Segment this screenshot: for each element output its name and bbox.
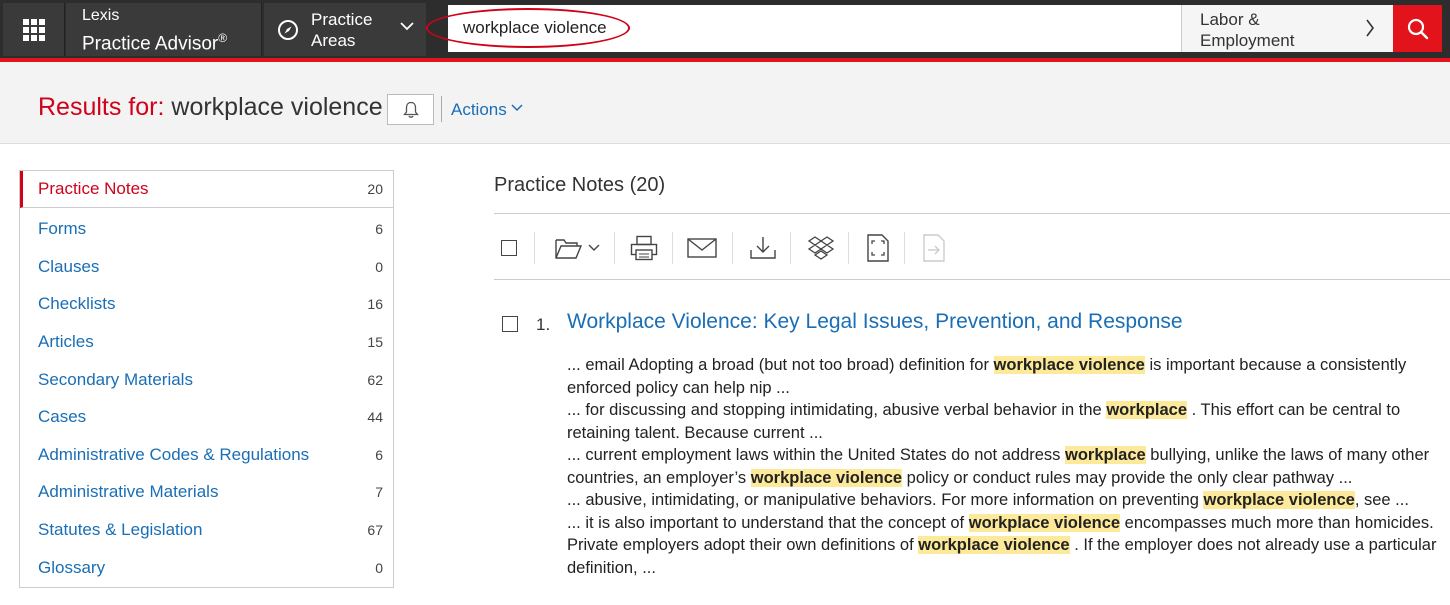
fullscreen-doc-icon bbox=[867, 234, 889, 262]
results-toolbar bbox=[494, 226, 1450, 270]
divider bbox=[732, 232, 733, 264]
folder-icon bbox=[554, 239, 582, 259]
chevron-down-icon bbox=[588, 244, 599, 251]
full-document-button[interactable] bbox=[862, 226, 894, 270]
sidebar-item-glossary[interactable]: Glossary 0 bbox=[20, 549, 393, 586]
sidebar-item-secondary-materials[interactable]: Secondary Materials 62 bbox=[20, 361, 393, 398]
snippet-line: ... for discussing and stopping intimida… bbox=[567, 401, 1401, 442]
item-count: 15 bbox=[367, 333, 383, 350]
content-type-filter-list: Practice Notes 20 Forms 6 Clauses 0 Chec… bbox=[19, 170, 394, 588]
sidebar-item-administrative-materials[interactable]: Administrative Materials 7 bbox=[20, 473, 393, 510]
chevron-right-icon bbox=[1366, 19, 1374, 37]
item-count: 67 bbox=[367, 521, 383, 538]
dropbox-icon bbox=[807, 236, 835, 260]
divider bbox=[494, 213, 1450, 214]
brand-line1: Lexis bbox=[82, 7, 120, 24]
divider bbox=[614, 232, 615, 264]
search-term-highlight: workplace violence bbox=[1203, 491, 1355, 509]
search-icon bbox=[1407, 18, 1428, 39]
practice-areas-label: Practice Areas bbox=[311, 9, 373, 50]
item-count: 0 bbox=[375, 559, 383, 576]
item-count: 44 bbox=[367, 408, 383, 425]
export-button[interactable] bbox=[918, 226, 950, 270]
item-count: 6 bbox=[375, 446, 383, 463]
grid-icon bbox=[22, 18, 45, 41]
bell-icon bbox=[402, 101, 419, 118]
item-count: 20 bbox=[367, 181, 383, 197]
results-title: Results for: workplace violence bbox=[38, 93, 383, 121]
result-snippet: ... email Adopting a broad (but not too … bbox=[567, 354, 1447, 579]
sidebar-item-clauses[interactable]: Clauses 0 bbox=[20, 248, 393, 285]
brand-logo[interactable]: Lexis Practice Advisor® bbox=[66, 3, 262, 56]
practice-areas-menu[interactable]: Practice Areas bbox=[264, 3, 426, 56]
search-button[interactable] bbox=[1393, 5, 1442, 52]
item-count: 0 bbox=[375, 258, 383, 275]
search-term-highlight: workplace violence bbox=[918, 536, 1070, 554]
annotation-highlight-oval bbox=[426, 8, 630, 48]
divider bbox=[494, 279, 1450, 280]
result-checkbox[interactable] bbox=[502, 316, 518, 332]
search-scope-selector[interactable]: Labor & Employment bbox=[1181, 5, 1393, 52]
sidebar-item-practice-notes[interactable]: Practice Notes 20 bbox=[20, 171, 393, 208]
actions-menu[interactable]: Actions bbox=[451, 100, 524, 120]
divider bbox=[534, 232, 535, 264]
sidebar-item-checklists[interactable]: Checklists 16 bbox=[20, 285, 393, 322]
results-query: workplace violence bbox=[171, 93, 383, 121]
compass-icon bbox=[278, 19, 298, 40]
divider bbox=[790, 232, 791, 264]
save-to-folder-button[interactable] bbox=[550, 226, 604, 270]
snippet-line: ... email Adopting a broad (but not too … bbox=[567, 356, 1407, 397]
download-icon bbox=[750, 237, 776, 259]
sidebar-item-cases[interactable]: Cases 44 bbox=[20, 398, 393, 435]
email-icon bbox=[687, 238, 717, 258]
result-number: 1. bbox=[536, 315, 551, 334]
app-grid-button[interactable] bbox=[3, 3, 65, 56]
sidebar-item-statutes[interactable]: Statutes & Legislation 67 bbox=[20, 511, 393, 548]
results-header: Results for: workplace violence Actions bbox=[0, 62, 1450, 144]
print-button[interactable] bbox=[626, 226, 662, 270]
item-count: 16 bbox=[367, 295, 383, 312]
snippet-line: ... it is also important to understand t… bbox=[567, 513, 1437, 577]
sidebar-item-articles[interactable]: Articles 15 bbox=[20, 323, 393, 360]
item-count: 62 bbox=[367, 371, 383, 388]
export-icon bbox=[923, 234, 945, 262]
item-count: 7 bbox=[375, 483, 383, 500]
download-button[interactable] bbox=[746, 226, 780, 270]
brand-line2: Practice Advisor® bbox=[82, 31, 228, 55]
print-icon bbox=[630, 235, 658, 261]
search-term-highlight: workplace violence bbox=[993, 356, 1145, 374]
divider bbox=[441, 96, 442, 122]
item-count: 6 bbox=[375, 220, 383, 237]
dropbox-button[interactable] bbox=[804, 226, 838, 270]
search-term-highlight: workplace bbox=[1106, 401, 1188, 419]
divider bbox=[672, 232, 673, 264]
top-navigation-bar: Lexis Practice Advisor® Practice Areas w… bbox=[0, 0, 1450, 58]
sidebar-item-forms[interactable]: Forms 6 bbox=[20, 210, 393, 247]
select-all-checkbox[interactable] bbox=[500, 226, 518, 270]
divider bbox=[904, 232, 905, 264]
section-title: Practice Notes (20) bbox=[494, 174, 666, 196]
email-button[interactable] bbox=[684, 226, 720, 270]
chevron-down-icon bbox=[511, 104, 524, 112]
result-title-link[interactable]: Workplace Violence: Key Legal Issues, Pr… bbox=[567, 310, 1183, 334]
chevron-down-icon bbox=[400, 22, 414, 31]
search-scope-label: Labor & Employment bbox=[1200, 10, 1295, 50]
search-term-highlight: workplace violence bbox=[968, 513, 1121, 532]
snippet-line: ... abusive, intimidating, or manipulati… bbox=[567, 491, 1409, 509]
search-term-highlight: workplace bbox=[1065, 446, 1146, 464]
alert-button[interactable] bbox=[387, 94, 434, 125]
divider bbox=[848, 232, 849, 264]
search-term-highlight: workplace violence bbox=[750, 468, 903, 487]
snippet-line: ... current employment laws within the U… bbox=[567, 446, 1430, 487]
sidebar-item-administrative-codes[interactable]: Administrative Codes & Regulations 6 bbox=[20, 436, 393, 473]
